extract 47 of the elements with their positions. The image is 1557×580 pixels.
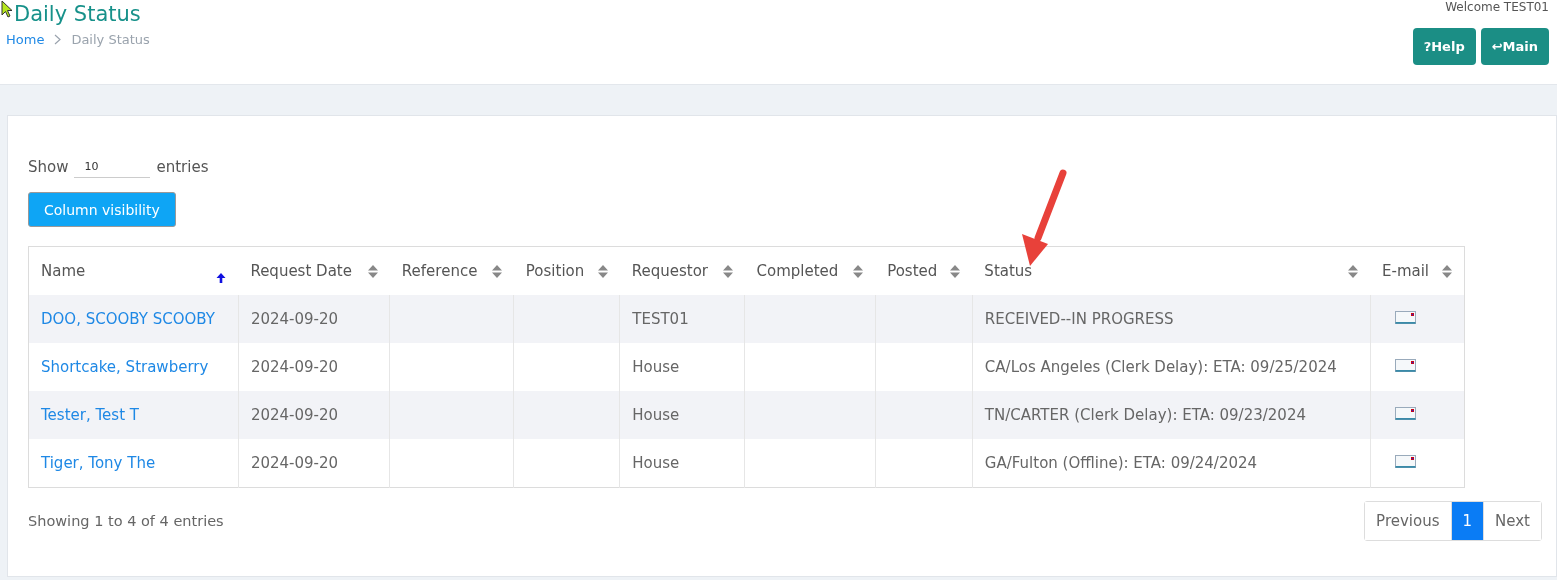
- page-title: Daily Status: [14, 2, 141, 26]
- breadcrumb-link[interactable]: Home: [6, 32, 45, 47]
- page-button[interactable]: 1: [1450, 502, 1484, 540]
- breadcrumb-current: Daily Status: [71, 32, 150, 47]
- column-header[interactable]: Posted: [887, 262, 938, 280]
- table-cell: House: [619, 391, 745, 439]
- column-header[interactable]: Position: [525, 262, 585, 280]
- name-link[interactable]: Tiger, Tony The: [41, 454, 156, 472]
- table-cell: 2024-09-20: [238, 295, 390, 343]
- name-link[interactable]: Shortcake, Strawberry: [41, 358, 209, 376]
- column-header[interactable]: Requestor: [631, 262, 709, 280]
- sort-icon[interactable]: [853, 264, 864, 278]
- sort-icon[interactable]: [367, 264, 378, 278]
- sort-icon[interactable]: [950, 264, 961, 278]
- email-icon[interactable]: [1394, 311, 1416, 324]
- sort-icon[interactable]: [491, 264, 502, 278]
- sort-icon[interactable]: [597, 264, 608, 278]
- email-icon[interactable]: [1394, 455, 1416, 468]
- sort-ascending-icon[interactable]: [216, 271, 227, 283]
- column-header[interactable]: Name: [41, 262, 86, 280]
- sort-icon[interactable]: [1348, 264, 1358, 278]
- header-button[interactable]: ?Help: [1412, 28, 1476, 65]
- entries-info: Showing 1 to 4 of 4 entries: [28, 513, 224, 529]
- show-label: Show: [28, 158, 69, 176]
- entries-label: entries: [156, 158, 209, 176]
- table-cell: TEST01: [619, 295, 745, 343]
- page-button[interactable]: Next: [1483, 502, 1541, 540]
- email-icon[interactable]: [1394, 407, 1416, 420]
- mouse-pointer-icon: [1, 0, 13, 18]
- table-cell: TN/CARTER (Clerk Delay): ETA: 09/23/2024: [972, 391, 1370, 439]
- sort-icon[interactable]: [1442, 264, 1452, 278]
- column-header[interactable]: Request Date: [250, 262, 352, 280]
- header-button[interactable]: ↩Main: [1480, 28, 1549, 65]
- email-icon[interactable]: [1394, 359, 1416, 372]
- column-header[interactable]: Status: [984, 262, 1033, 280]
- table-cell: 2024-09-20: [238, 439, 390, 488]
- table-cell: RECEIVED--IN PROGRESS: [972, 295, 1370, 343]
- welcome-text: Welcome TEST01: [1445, 0, 1549, 14]
- table-cell: 2024-09-20: [238, 391, 390, 439]
- column-header[interactable]: E-mail: [1382, 262, 1430, 280]
- column-header[interactable]: Completed: [756, 262, 839, 280]
- sort-icon[interactable]: [722, 264, 733, 278]
- name-link[interactable]: Tester, Test T: [41, 406, 139, 424]
- chevron-icon: [54, 34, 62, 45]
- table-cell: GA/Fulton (Offline): ETA: 09/24/2024: [972, 439, 1370, 488]
- table-cell: House: [619, 439, 745, 488]
- column-header[interactable]: Reference: [401, 262, 478, 280]
